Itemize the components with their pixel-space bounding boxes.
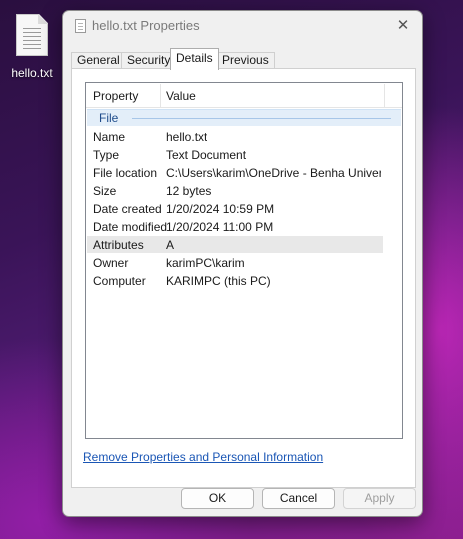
property-row-type[interactable]: Type Text Document — [87, 146, 383, 163]
column-divider[interactable] — [384, 84, 385, 107]
properties-dialog: hello.txt Properties ✕ General Security … — [62, 10, 423, 517]
property-value: 1/20/2024 11:00 PM — [166, 220, 274, 234]
window-title: hello.txt Properties — [92, 18, 200, 33]
property-name: Size — [93, 184, 117, 198]
property-name: Attributes — [93, 238, 144, 252]
column-header-value[interactable]: Value — [166, 89, 196, 103]
property-row-name[interactable]: Name hello.txt — [87, 128, 383, 145]
group-divider — [132, 118, 391, 119]
text-file-icon — [16, 14, 48, 56]
desktop-file-label: hello.txt — [11, 66, 53, 80]
column-divider[interactable] — [160, 84, 161, 107]
property-value: Text Document — [166, 148, 247, 162]
title-bar[interactable]: hello.txt Properties ✕ — [63, 11, 422, 41]
property-row-size[interactable]: Size 12 bytes — [87, 182, 383, 199]
property-value: KARIMPC (this PC) — [166, 274, 271, 288]
group-header-file[interactable]: File — [87, 109, 401, 126]
tab-previous-versions[interactable]: Previous Versions — [216, 52, 275, 82]
property-value: hello.txt — [166, 130, 208, 144]
property-name: Date modified — [93, 220, 168, 234]
property-value: 12 bytes — [166, 184, 212, 198]
property-name: Computer — [93, 274, 146, 288]
tab-details[interactable]: Details — [170, 48, 219, 70]
group-label: File — [99, 111, 119, 125]
property-name: Name — [93, 130, 126, 144]
remove-properties-link[interactable]: Remove Properties and Personal Informati… — [83, 450, 323, 464]
details-list[interactable]: Property Value File Name hello.txt Type … — [85, 82, 403, 439]
property-row-date-created[interactable]: Date created 1/20/2024 10:59 PM — [87, 200, 383, 217]
details-panel: Property Value File Name hello.txt Type … — [71, 68, 416, 488]
property-value: karimPC\karim — [166, 256, 245, 270]
property-name: Owner — [93, 256, 129, 270]
property-name: File location — [93, 166, 158, 180]
property-row-computer[interactable]: Computer KARIMPC (this PC) — [87, 272, 383, 289]
ok-button[interactable]: OK — [181, 488, 254, 509]
property-value: A — [166, 238, 175, 252]
property-value: 1/20/2024 10:59 PM — [166, 202, 275, 216]
text-file-icon — [75, 19, 86, 33]
list-header: Property Value — [86, 83, 402, 108]
apply-button[interactable]: Apply — [343, 488, 416, 509]
property-row-file-location[interactable]: File location C:\Users\karim\OneDrive - … — [87, 164, 383, 181]
desktop-file-hello-txt[interactable]: hello.txt — [6, 14, 58, 80]
property-name: Date created — [93, 202, 162, 216]
property-row-owner[interactable]: Owner karimPC\karim — [87, 254, 383, 271]
cancel-button[interactable]: Cancel — [262, 488, 335, 509]
property-row-date-modified[interactable]: Date modified 1/20/2024 11:00 PM — [87, 218, 383, 235]
column-header-property[interactable]: Property — [93, 89, 138, 103]
tab-security[interactable]: Security — [121, 52, 177, 69]
property-row-attributes[interactable]: Attributes A — [87, 236, 383, 253]
tab-general[interactable]: General — [71, 52, 126, 69]
property-value: C:\Users\karim\OneDrive - Benha Universi… — [166, 166, 381, 180]
close-icon[interactable]: ✕ — [394, 17, 412, 35]
property-name: Type — [93, 148, 120, 162]
